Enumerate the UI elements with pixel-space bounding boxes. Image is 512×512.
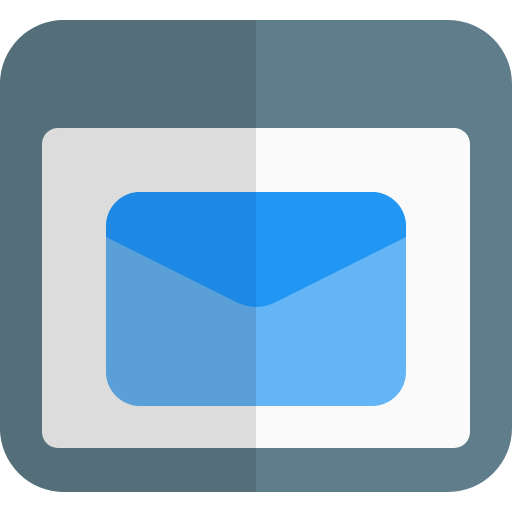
browser-mail-icon-graphic — [0, 20, 512, 492]
browser-mail-icon — [0, 0, 512, 512]
